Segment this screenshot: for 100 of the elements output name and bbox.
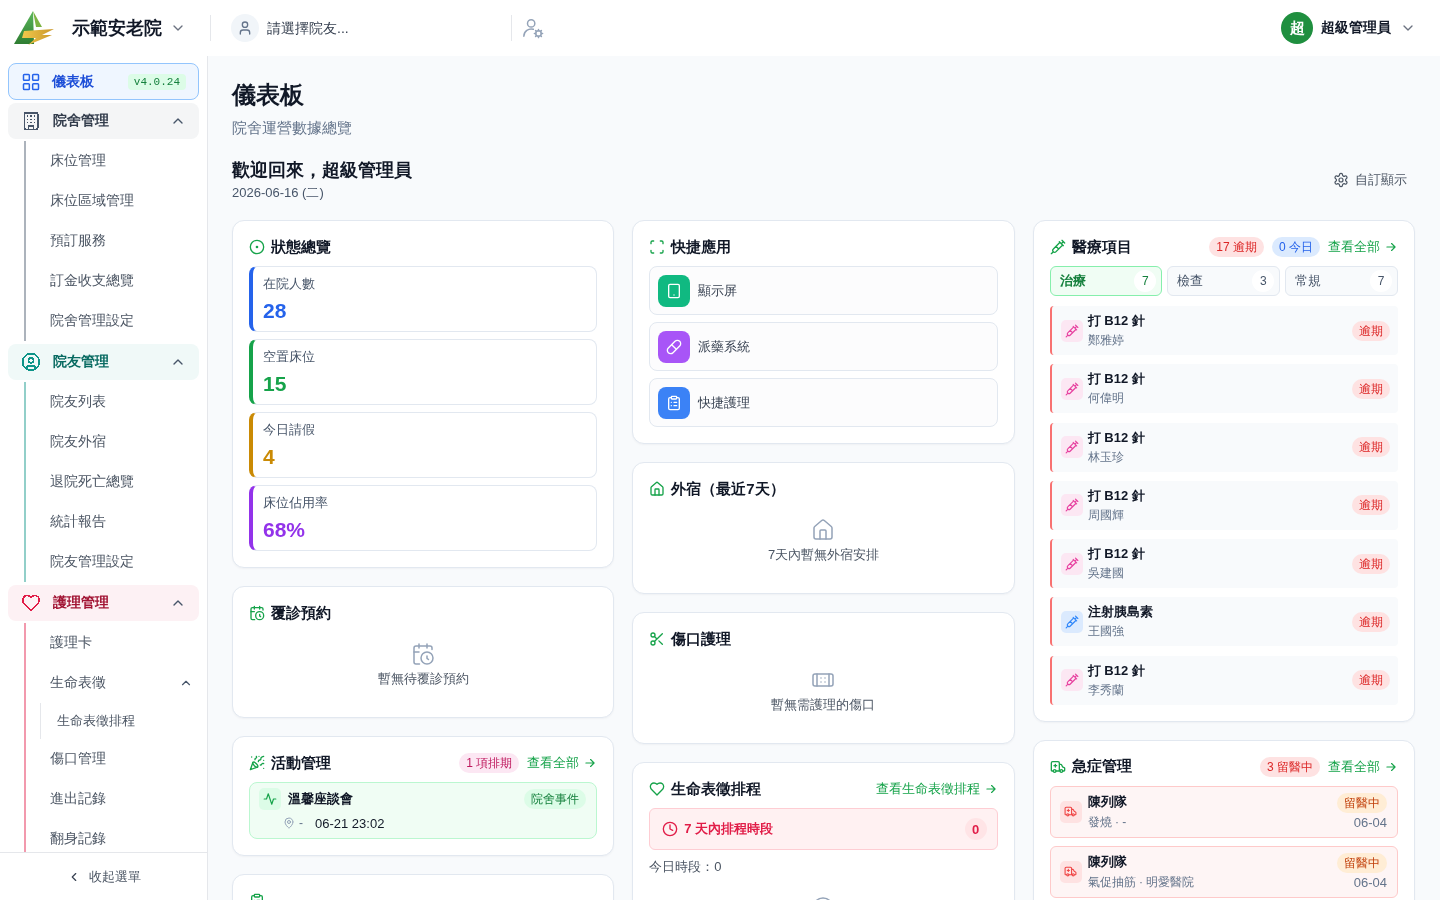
category-tag: 院舍事件 — [524, 789, 587, 809]
stat-label: 空置床位 — [263, 348, 316, 366]
welcome-heading: 歡迎回來，超級管理員 — [232, 159, 412, 182]
collapse-menu-button[interactable]: 收起選單 — [60, 863, 147, 890]
page-subtitle: 院舍運營數據總覽 — [232, 118, 353, 138]
treatment-item[interactable]: 打 B12 針 鄭雅婷 逾期 — [1049, 306, 1398, 355]
view-more-link[interactable]: 查看全部 — [1328, 238, 1398, 256]
location-text: - — [299, 816, 303, 830]
stat-value: 4 — [263, 444, 276, 470]
customize-button[interactable]: 自訂顯示 — [1325, 165, 1415, 195]
shortcut-button[interactable]: 顯示屏 — [649, 266, 998, 315]
stat-value: 15 — [263, 371, 288, 397]
nav-subitem[interactable]: 傷口管理 — [26, 739, 199, 779]
view-more-link[interactable]: 查看全部 — [527, 754, 598, 772]
nav-subitem[interactable]: 預訂服務 — [26, 221, 199, 261]
emergency-item[interactable]: 陳列隊 發燒 · - 留醫中 06-04 — [1049, 785, 1398, 838]
pulse-icon — [259, 788, 281, 810]
shortcut-button[interactable]: 快捷護理 — [649, 378, 998, 427]
version-badge: v4.0.24 — [127, 73, 186, 90]
nav-subitem[interactable]: 院舍管理設定 — [26, 301, 199, 341]
scissors-icon — [649, 631, 666, 647]
treatment-item[interactable]: 打 B12 針 何偉明 逾期 — [1049, 364, 1398, 414]
item-title: 打 B12 針 — [1087, 428, 1146, 447]
facility-switcher[interactable]: 示範安老院 — [72, 10, 186, 46]
status-badge: 逾期 — [1352, 378, 1390, 399]
arrow-right-icon — [583, 756, 598, 770]
patient-name: 陳列隊 — [1087, 793, 1128, 812]
nav-subitem[interactable]: 院友外宿 — [26, 422, 199, 462]
house-icon — [811, 518, 836, 542]
user-menu-button[interactable]: 超 超級管理員 — [1281, 12, 1416, 44]
view-more-link[interactable]: 查看生命表徵排程 — [875, 780, 998, 798]
card-title: 覆診預約 — [271, 603, 331, 623]
resident-name: 鄭雅婷 — [1087, 332, 1125, 349]
arrow-right-icon — [983, 782, 998, 796]
calendar-clock-icon — [249, 605, 265, 621]
arrow-right-icon — [1384, 240, 1398, 254]
ambulance-icon — [1059, 800, 1082, 823]
nav-subitem[interactable]: 生命表徵排程 — [41, 703, 199, 739]
user-gear-icon[interactable] — [522, 17, 544, 39]
category-tab[interactable]: 治療 7 — [1049, 266, 1163, 296]
treatment-item[interactable]: 打 B12 針 林玉珍 逾期 — [1049, 422, 1398, 472]
hospitalized-count-badge: 3 留醫中 — [1260, 756, 1320, 777]
schedule-count-badge: 1 項排期 — [459, 753, 520, 773]
item-title: 打 B12 針 — [1087, 486, 1146, 505]
date-text: 2026-06-16 (二) — [232, 184, 325, 202]
heart-icon — [649, 781, 666, 797]
resident-name: 何偉明 — [1087, 390, 1125, 408]
nav-subitem[interactable]: 統計報告 — [26, 502, 199, 542]
clock-icon — [662, 821, 679, 837]
emergency-item[interactable]: 陳列隊 氣促抽筋 · 明愛醫院 留醫中 06-04 — [1049, 845, 1398, 898]
view-more-link[interactable]: 查看全部 — [1328, 757, 1398, 776]
map-pin-icon — [283, 817, 295, 829]
empty-message: 暫無待覆診預約 — [377, 670, 469, 688]
treatment-item[interactable]: 打 B12 針 吳建國 逾期 — [1049, 539, 1398, 589]
nav-subitem[interactable]: 進出記錄 — [26, 779, 199, 819]
resident-name: 王國強 — [1087, 623, 1125, 641]
resident-name: 吳建國 — [1087, 565, 1125, 583]
nav-group[interactable]: 護理管理 — [8, 585, 199, 621]
nav-subitem[interactable]: 院友管理設定 — [26, 542, 199, 582]
nav-group[interactable]: 院友管理 — [8, 344, 199, 380]
treatment-item[interactable]: 打 B12 針 周國輝 逾期 — [1049, 480, 1398, 530]
user-avatar: 超 — [1281, 12, 1313, 44]
resident-select-field[interactable]: 請選擇院友... — [267, 16, 501, 40]
syringe-icon — [1049, 239, 1066, 255]
stat-label: 床位佔用率 — [263, 494, 329, 512]
treatment-item[interactable]: 注射胰島素 王國強 逾期 — [1049, 597, 1398, 647]
triangle-logo-icon — [12, 10, 56, 46]
item-title: 打 B12 針 — [1087, 370, 1146, 389]
event-title: 溫馨座談會 — [288, 790, 353, 808]
nav-subitem[interactable]: 翻身記錄 — [26, 819, 199, 852]
ambulance-icon — [1059, 860, 1082, 883]
status-badge: 逾期 — [1352, 320, 1390, 341]
circle-dot-icon — [249, 239, 265, 255]
stat-value: 28 — [263, 298, 288, 324]
category-tab[interactable]: 檢查 3 — [1167, 266, 1281, 296]
nav-subitem[interactable]: 護理卡 — [26, 623, 199, 663]
card-title: 醫療項目 — [1071, 237, 1132, 257]
nav-subitem[interactable]: 院友列表 — [26, 382, 199, 422]
calendar-clock-icon — [411, 642, 436, 666]
shortcut-button[interactable]: 派藥系統 — [649, 322, 998, 371]
nav-subitem[interactable]: 訂金收支總覽 — [26, 261, 199, 301]
treatment-item[interactable]: 打 B12 針 李秀蘭 逾期 — [1049, 655, 1398, 705]
grid-icon — [21, 71, 41, 92]
nav-subitem[interactable]: 床位管理 — [26, 141, 199, 181]
nav-group[interactable]: 院舍管理 — [8, 103, 199, 139]
status-badge: 逾期 — [1352, 670, 1390, 691]
nav-item[interactable]: 儀表板 v4.0.24 — [8, 63, 199, 100]
nav-subitem[interactable]: 退院死亡總覽 — [26, 462, 199, 502]
resident-name: 林玉珍 — [1087, 448, 1125, 466]
stat-label: 在院人數 — [263, 275, 316, 293]
party-popper-icon — [249, 755, 265, 771]
status-badge: 留醫中 — [1337, 852, 1387, 873]
nav-subitem[interactable]: 床位區域管理 — [26, 181, 199, 221]
today-count-badge: 0 今日 — [1272, 237, 1320, 257]
category-tab[interactable]: 常規 7 — [1285, 266, 1398, 296]
card-title: 生命表徵排程 — [671, 779, 762, 799]
resident-name: 李秀蘭 — [1087, 681, 1125, 699]
nav-subitem[interactable]: 生命表徵 — [26, 663, 199, 703]
activity-item[interactable]: 溫馨座談會 院舍事件 - 06-21 23:02 — [249, 782, 598, 839]
item-title: 打 B12 針 — [1087, 545, 1146, 564]
